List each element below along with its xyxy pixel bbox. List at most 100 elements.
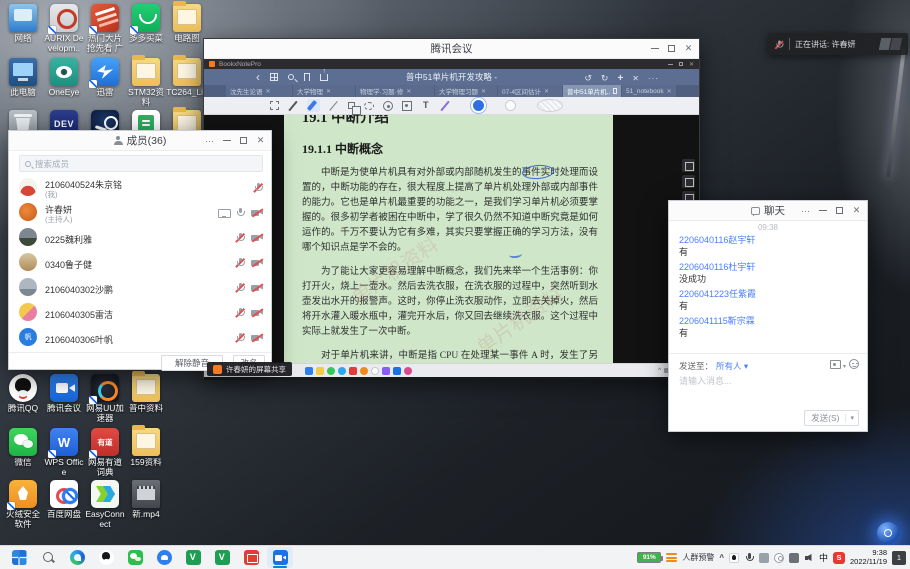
orange-menu-icon[interactable]: [666, 553, 677, 562]
send-to-dropdown[interactable]: 所有人 ▾: [716, 360, 748, 372]
add-icon[interactable]: [617, 68, 623, 86]
undo-icon[interactable]: [584, 68, 592, 86]
tray-volume-icon[interactable]: [804, 553, 814, 563]
maximize-button[interactable]: [831, 201, 848, 220]
inner-app-icon[interactable]: [327, 367, 335, 375]
inner-edge-icon[interactable]: [338, 367, 346, 375]
desktop-icon-uu-booster[interactable]: 网易UU加速器: [84, 374, 126, 423]
taskbar-search-button[interactable]: [35, 547, 61, 568]
tray-camera-icon[interactable]: [789, 553, 799, 563]
hidden-icons-chevron[interactable]: ^: [719, 553, 724, 562]
bookmark-icon[interactable]: [304, 73, 310, 81]
export-icon[interactable]: [320, 74, 328, 81]
notification-badge[interactable]: 1: [892, 551, 906, 565]
desktop-icon-tencent-meeting[interactable]: 腾讯会议: [43, 374, 85, 414]
mic-icon[interactable]: [235, 207, 245, 218]
close-button[interactable]: ✕: [848, 201, 865, 220]
member-row[interactable]: 2106040524朱京铭 (我): [19, 176, 263, 200]
inner-app3-icon[interactable]: [404, 367, 412, 375]
inner-meeting-icon[interactable]: [393, 367, 401, 375]
tab-close-icon[interactable]: ✕: [266, 88, 271, 95]
camera-off-icon[interactable]: [251, 209, 263, 218]
chat-input[interactable]: [679, 376, 857, 386]
maximize-button[interactable]: [663, 39, 680, 58]
tab-close-icon[interactable]: ✕: [667, 88, 672, 95]
camera-off-icon[interactable]: [251, 259, 263, 268]
taskbar-netease[interactable]: [238, 547, 264, 568]
taskbar-edge[interactable]: [64, 547, 90, 568]
desktop-icon-ad[interactable]: 热门大片抢先看 广告: [84, 4, 126, 54]
member-row[interactable]: 2106040302沙鹏: [19, 276, 263, 300]
member-row[interactable]: 0340鲁子健: [19, 251, 263, 275]
back-icon[interactable]: [256, 68, 260, 86]
maximize-button[interactable]: [235, 131, 252, 150]
send-options-caret[interactable]: ▾: [845, 414, 858, 422]
color-white-dot[interactable]: [505, 100, 516, 111]
stamp-tool-icon[interactable]: [383, 101, 393, 111]
desktop-icon-mp4-file[interactable]: 新.mp4: [125, 480, 167, 520]
desktop-icon-circuit-folder[interactable]: 电路图: [166, 4, 208, 44]
desktop-icon-baidu-pan[interactable]: 百度网盘: [43, 480, 85, 520]
more-button[interactable]: ···: [797, 201, 814, 220]
member-row[interactable]: 帆 2106040306叶帆: [19, 326, 263, 350]
desktop-icon-tc264-folder[interactable]: TC264_Lib: [166, 58, 208, 98]
tab-5[interactable]: 07-4区间估计✕: [498, 85, 562, 97]
inner-folder-icon[interactable]: [316, 367, 324, 375]
inner-app2-icon[interactable]: [382, 367, 390, 375]
side-panel-icon[interactable]: [682, 159, 695, 172]
sogou-ime-icon[interactable]: S: [833, 552, 845, 564]
start-button[interactable]: [6, 547, 32, 568]
tab-3[interactable]: 物理学·习题·修✕: [356, 85, 434, 97]
minimize-button[interactable]: [814, 201, 831, 220]
highlighter-tool-icon[interactable]: [307, 99, 320, 112]
mic-muted-icon[interactable]: [253, 182, 263, 193]
desktop-icon-huorong[interactable]: 火绒安全软件: [2, 480, 44, 529]
member-row[interactable]: 许春妍 (主持人): [19, 201, 263, 225]
emoji-icon[interactable]: [849, 359, 859, 369]
desktop-icon-thunder[interactable]: 迅雷: [84, 58, 126, 98]
member-row[interactable]: 0225魏利雅: [19, 226, 263, 250]
send-button[interactable]: 发送(S) ▾: [804, 410, 859, 426]
tab-close-icon[interactable]: ✕: [326, 88, 331, 95]
tab-4[interactable]: 大学物理习题✕: [435, 85, 497, 97]
tab-7[interactable]: 51_notebook✕: [622, 85, 676, 97]
select-tool-icon[interactable]: [270, 101, 279, 110]
taskbar-clock[interactable]: 9:38 2022/11/19: [850, 549, 887, 566]
mic-muted-icon[interactable]: [775, 39, 784, 49]
camera-off-icon[interactable]: [251, 284, 263, 293]
close-button[interactable]: ✕: [252, 131, 269, 150]
desktop-icon-stm32-folder[interactable]: STM32资料: [125, 58, 167, 107]
tray-qq-icon[interactable]: [729, 553, 739, 563]
taskbar-wechat[interactable]: [122, 547, 148, 568]
tab-2[interactable]: 大学物理✕: [293, 85, 355, 97]
tray-app-label[interactable]: 人群预警: [682, 552, 714, 563]
desktop-icon-groceries[interactable]: 多多买菜: [125, 4, 167, 44]
more-button[interactable]: ···: [201, 131, 218, 150]
search-icon[interactable]: [288, 74, 294, 80]
desktop-icon-oneeye[interactable]: OneEye: [43, 58, 85, 98]
screen-share-icon[interactable]: [218, 209, 229, 218]
member-search-box[interactable]: [19, 155, 263, 172]
thumbnails-icon[interactable]: [270, 73, 278, 81]
message-sender[interactable]: 2206041115靳宗霖: [679, 316, 857, 327]
camera-off-icon[interactable]: [251, 334, 263, 343]
camera-off-icon[interactable]: [251, 309, 263, 318]
side-notes-icon[interactable]: [682, 175, 695, 188]
member-search-input[interactable]: [35, 159, 257, 169]
tab-1[interactable]: 沈先生论语✕: [226, 85, 292, 97]
member-row[interactable]: 2106040305雷洁: [19, 301, 263, 325]
close-annot-icon[interactable]: [632, 68, 639, 86]
desktop-icon-wechat[interactable]: 微信: [2, 428, 44, 468]
message-sender[interactable]: 2206040116杜宇轩: [679, 262, 857, 273]
wand-tool-icon[interactable]: [440, 101, 450, 111]
inner-chrome-icon[interactable]: [360, 367, 368, 375]
taskbar-vnote-1[interactable]: [180, 547, 206, 568]
taskbar-vnote-2[interactable]: [209, 547, 235, 568]
tab-close-icon[interactable]: ✕: [481, 88, 486, 95]
desktop-icon-qq[interactable]: 腾讯QQ: [2, 374, 44, 414]
desktop-icon-youdao[interactable]: 有道网易有道词典: [84, 428, 126, 477]
desktop-icon-network[interactable]: 网络: [2, 4, 44, 44]
inner-start-icon[interactable]: [305, 367, 313, 375]
floating-assistant-ball[interactable]: [877, 522, 899, 544]
mic-muted-icon[interactable]: [235, 257, 245, 268]
